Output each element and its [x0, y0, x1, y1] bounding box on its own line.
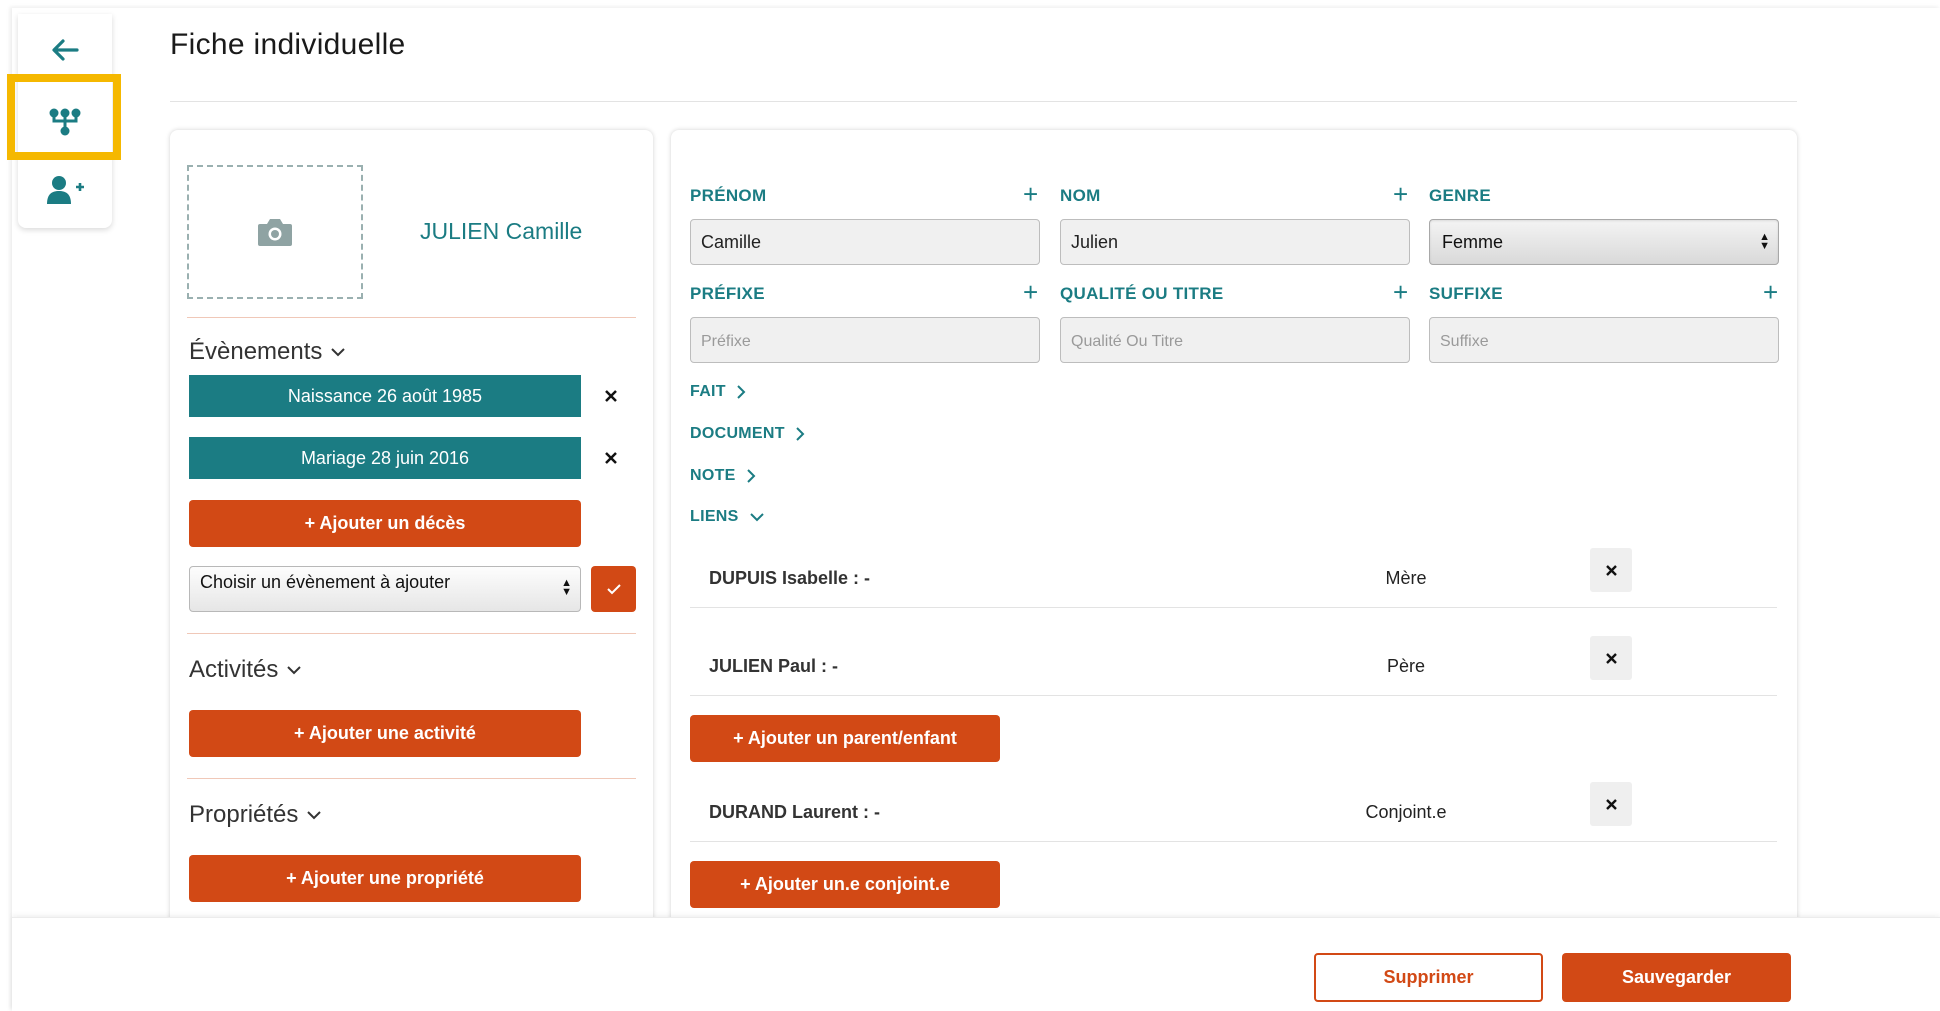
remove-link-button[interactable] — [1590, 548, 1632, 592]
close-icon — [1605, 564, 1617, 576]
link-row: DUPUIS Isabelle : - Mère — [690, 548, 1777, 608]
remove-link-button[interactable] — [1590, 782, 1632, 826]
link-person-name: DURAND Laurent : - — [709, 802, 880, 822]
person-details-card: PRÉNOM + NOM + GENRE Femme ▲▼ PRÉFIXE + … — [671, 130, 1797, 930]
checkmark-icon — [606, 584, 621, 595]
add-suffix-plus-icon[interactable]: + — [1763, 279, 1778, 305]
prefix-label: PRÉFIXE — [690, 284, 765, 303]
firstname-label: PRÉNOM — [690, 186, 767, 205]
remove-link-button[interactable] — [1590, 636, 1632, 680]
fait-section-toggle[interactable]: FAIT — [690, 383, 746, 401]
divider — [187, 633, 636, 634]
chevron-down-icon — [307, 811, 322, 820]
add-lastname-plus-icon[interactable]: + — [1393, 181, 1408, 207]
link-relation: Père — [1386, 656, 1426, 676]
save-button[interactable]: Sauvegarder — [1562, 953, 1791, 1002]
add-firstname-plus-icon[interactable]: + — [1023, 181, 1038, 207]
remove-event-marriage-button[interactable] — [604, 447, 618, 469]
link-row: DURAND Laurent : - Conjoint.e — [690, 782, 1777, 842]
select-arrows-icon: ▲ ▼ — [561, 577, 572, 598]
add-activity-button[interactable]: + Ajouter une activité — [189, 710, 581, 757]
close-icon — [605, 390, 617, 402]
firstname-input[interactable] — [690, 219, 1040, 265]
link-row: JULIEN Paul : - Père — [690, 636, 1777, 696]
liens-label: LIENS — [690, 508, 739, 525]
link-person-name: JULIEN Paul : - — [709, 656, 839, 676]
select-arrows-icon: ▲ ▼ — [1759, 231, 1770, 252]
activities-section-toggle[interactable]: Activités — [189, 656, 302, 684]
gender-label: GENRE — [1429, 186, 1491, 205]
document-label: DOCUMENT — [690, 425, 785, 442]
chevron-right-icon — [796, 427, 805, 441]
add-property-button[interactable]: + Ajouter une propriété — [189, 855, 581, 902]
title-label: QUALITÉ OU TITRE — [1060, 284, 1224, 303]
chevron-right-icon — [746, 469, 756, 483]
chevron-down-icon — [331, 348, 346, 357]
add-title-plus-icon[interactable]: + — [1393, 279, 1408, 305]
lastname-label: NOM — [1060, 186, 1101, 205]
chevron-right-icon — [737, 385, 746, 399]
suffix-label: SUFFIXE — [1429, 284, 1503, 303]
add-parent-child-button[interactable]: + Ajouter un parent/enfant — [690, 715, 1000, 762]
close-icon — [1605, 798, 1617, 810]
event-marriage[interactable]: Mariage 28 juin 2016 — [189, 437, 581, 479]
events-section-toggle[interactable]: Évènements — [189, 338, 346, 366]
note-label: NOTE — [690, 467, 736, 484]
confirm-event-button[interactable] — [591, 566, 636, 612]
person-summary-card: JULIEN Camille Évènements Naissance 26 a… — [170, 130, 653, 930]
suffix-input[interactable] — [1429, 317, 1779, 363]
note-section-toggle[interactable]: NOTE — [690, 467, 756, 485]
link-person-name: DUPUIS Isabelle : - — [709, 568, 871, 588]
properties-section-title: Propriétés — [189, 801, 299, 828]
photo-upload[interactable] — [187, 165, 363, 299]
event-type-select-value: Choisir un évènement à ajouter — [200, 572, 451, 592]
page-title: Fiche individuelle — [170, 28, 406, 61]
add-prefix-plus-icon[interactable]: + — [1023, 279, 1038, 305]
selection-highlight — [7, 74, 121, 160]
close-icon — [605, 452, 617, 464]
add-spouse-button[interactable]: + Ajouter un.e conjoint.e — [690, 861, 1000, 908]
liens-section-toggle[interactable]: LIENS — [690, 508, 765, 526]
prefix-input[interactable] — [690, 317, 1040, 363]
link-relation: Conjoint.e — [1365, 802, 1447, 822]
chevron-down-icon — [287, 666, 302, 675]
properties-section-toggle[interactable]: Propriétés — [189, 801, 322, 829]
delete-button[interactable]: Supprimer — [1314, 953, 1543, 1002]
chevron-down-icon — [749, 513, 764, 522]
person-name: JULIEN Camille — [420, 218, 583, 244]
fait-label: FAIT — [690, 383, 726, 400]
add-person-icon — [47, 176, 84, 204]
divider — [187, 778, 636, 779]
event-type-select[interactable]: Choisir un évènement à ajouter ▲ ▼ — [189, 566, 581, 612]
gender-select[interactable]: Femme ▲ ▼ — [1429, 219, 1779, 265]
lastname-input[interactable] — [1060, 219, 1410, 265]
document-section-toggle[interactable]: DOCUMENT — [690, 425, 805, 443]
add-death-button[interactable]: + Ajouter un décès — [189, 500, 581, 547]
title-input[interactable] — [1060, 317, 1410, 363]
gender-select-value: Femme — [1442, 232, 1504, 252]
camera-icon — [258, 219, 292, 246]
events-section-title: Évènements — [189, 338, 323, 365]
arrow-left-icon — [52, 39, 79, 61]
activities-section-title: Activités — [189, 656, 279, 683]
header-divider — [170, 101, 1797, 102]
remove-event-birth-button[interactable] — [604, 385, 618, 407]
event-birth[interactable]: Naissance 26 août 1985 — [189, 375, 581, 417]
link-relation: Mère — [1385, 568, 1427, 588]
add-person-button[interactable] — [18, 154, 112, 226]
divider — [187, 317, 636, 318]
close-icon — [1605, 652, 1617, 664]
